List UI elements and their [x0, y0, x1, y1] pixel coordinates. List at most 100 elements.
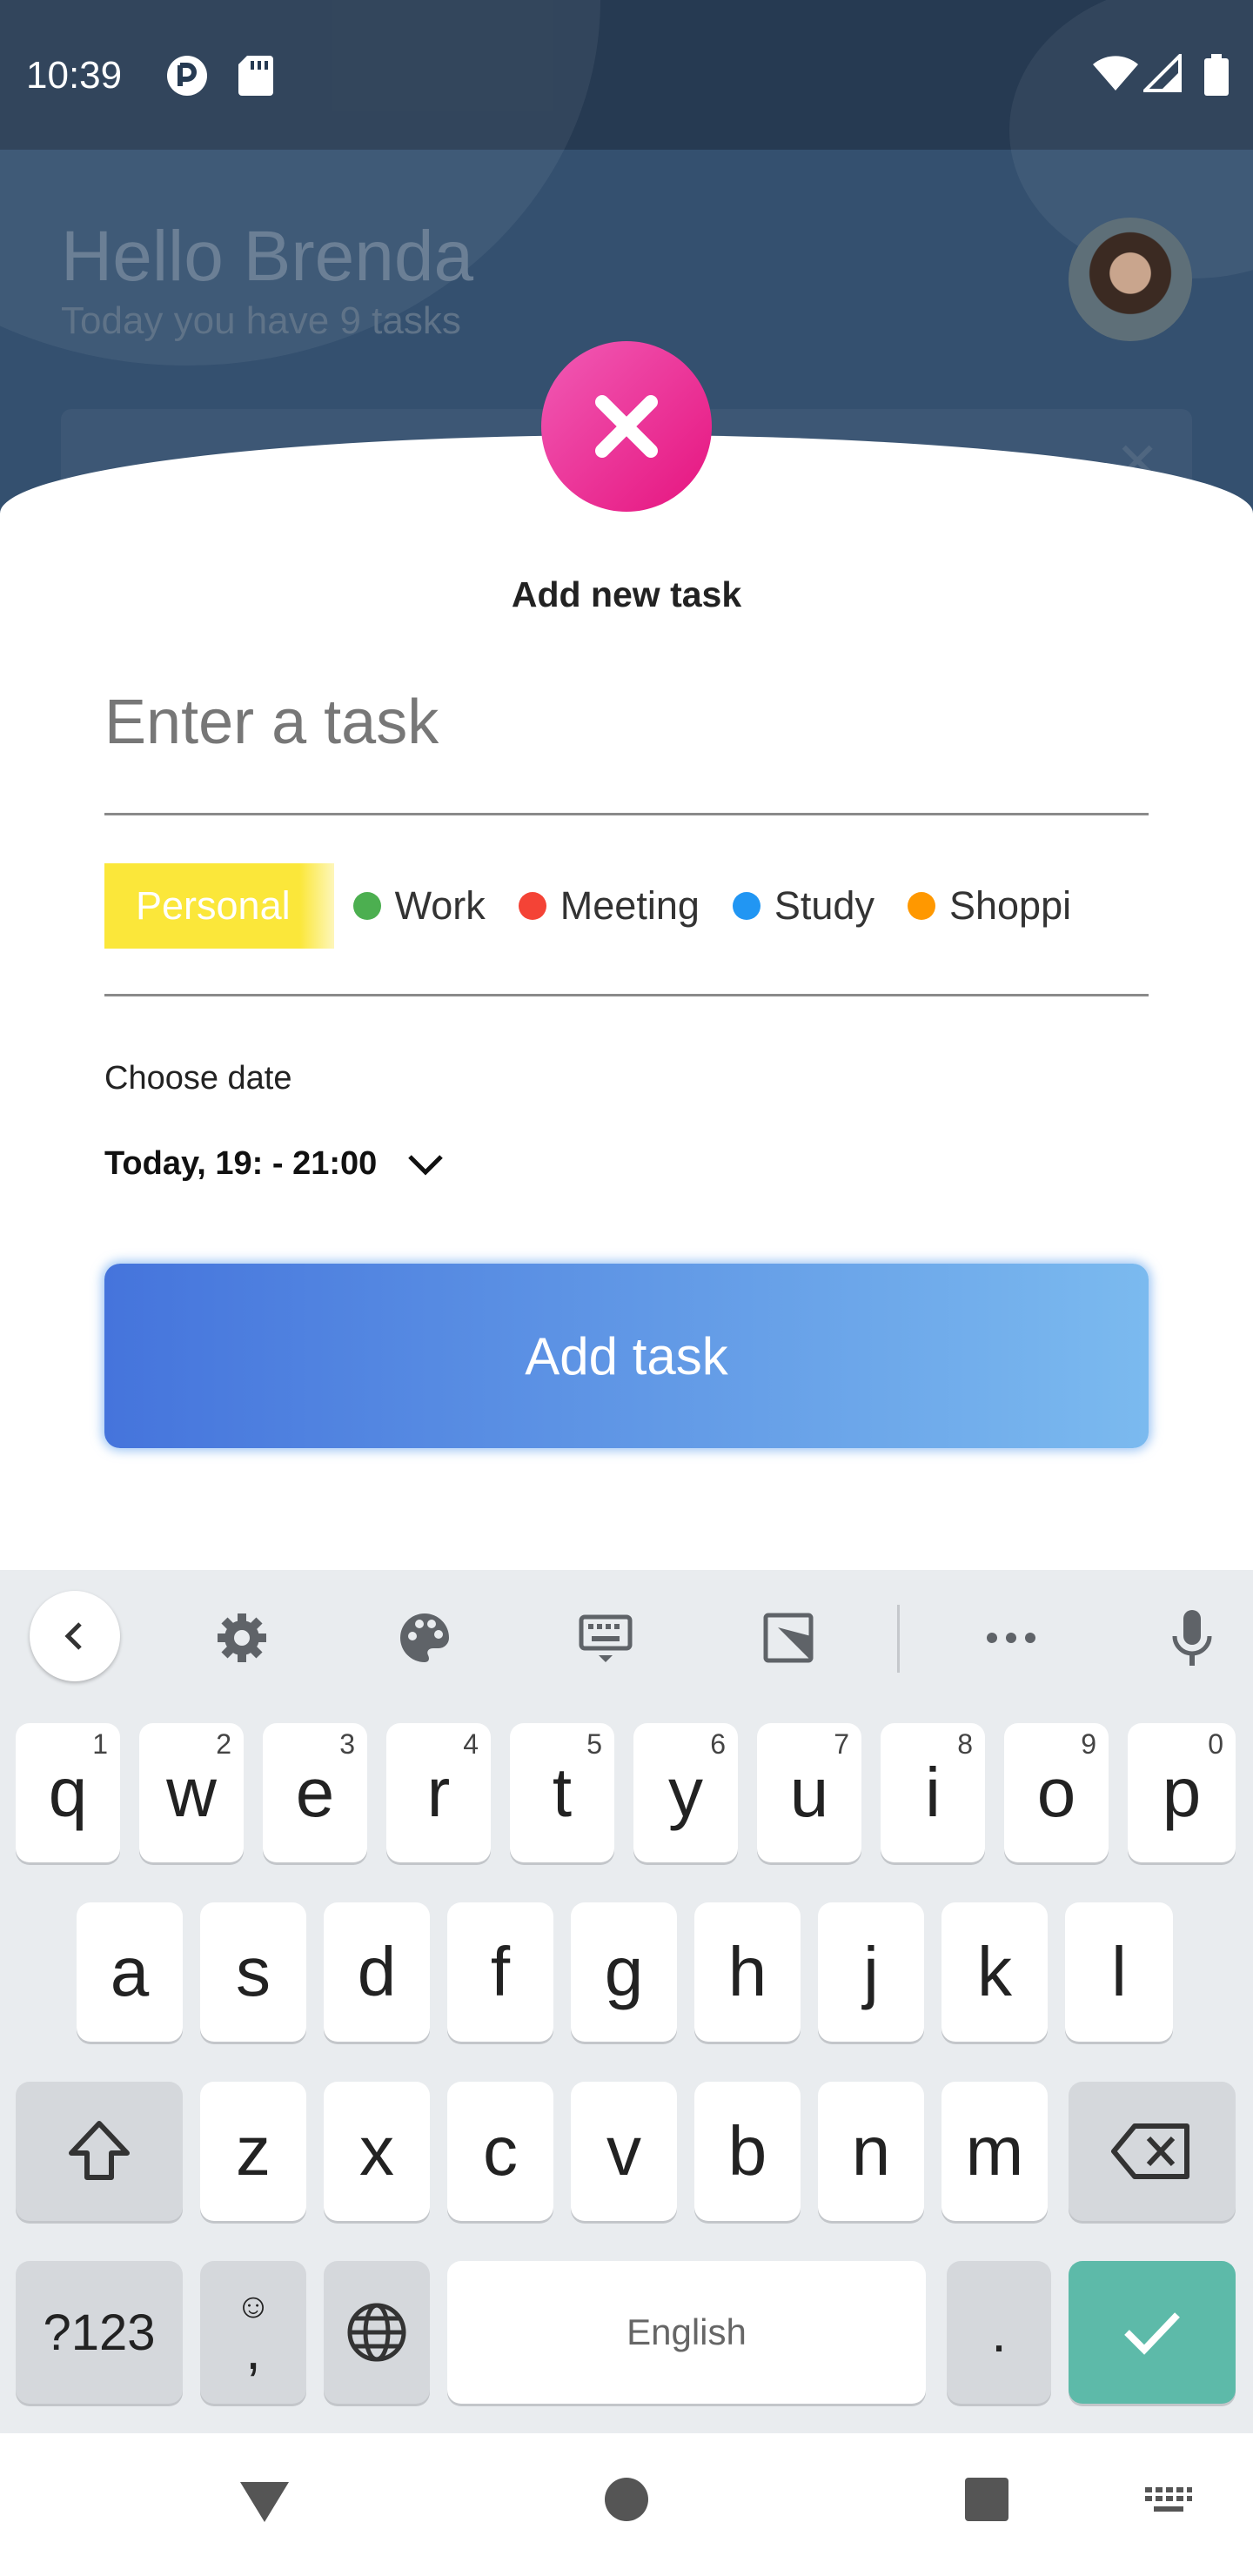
- date-dropdown[interactable]: Today, 19: - 21:00: [104, 1145, 445, 1183]
- task-count-subtitle: Today you have 9 tasks: [61, 299, 461, 342]
- battery-icon: [1204, 54, 1229, 100]
- category-color-dot: [732, 892, 761, 920]
- category-color-dot: [907, 892, 935, 920]
- category-color-dot: [518, 892, 546, 920]
- key-b[interactable]: b: [694, 2082, 801, 2221]
- key-hint: 8: [957, 1728, 973, 1760]
- shift-icon: [69, 2121, 130, 2180]
- globe-icon: [347, 2303, 406, 2362]
- one-handed-button[interactable]: [757, 1607, 820, 1669]
- toolbar-divider: [897, 1605, 900, 1673]
- recents-nav-button[interactable]: [964, 2477, 1009, 2526]
- add-task-button[interactable]: Add task: [104, 1264, 1149, 1448]
- gear-icon: [218, 1613, 266, 1662]
- comma-label: ,: [245, 2318, 261, 2381]
- close-icon: [595, 395, 658, 458]
- task-input[interactable]: [104, 679, 1149, 766]
- key-label: e: [295, 1754, 335, 1831]
- key-label: p: [1162, 1754, 1202, 1831]
- home-nav-button[interactable]: [604, 2477, 649, 2526]
- emoji-comma-key[interactable]: ☺ ,: [200, 2261, 306, 2404]
- key-r[interactable]: r4: [386, 1723, 491, 1862]
- sd-card-icon: [238, 54, 273, 100]
- category-study[interactable]: Study: [732, 883, 874, 929]
- key-label: r: [426, 1754, 451, 1831]
- key-a[interactable]: a: [77, 1902, 183, 2042]
- app-notification-icon: [165, 54, 209, 102]
- shift-key[interactable]: [16, 2082, 183, 2221]
- category-work[interactable]: Work: [352, 883, 486, 929]
- backspace-icon: [1111, 2123, 1189, 2179]
- category-personal[interactable]: Personal: [104, 863, 334, 949]
- key-t[interactable]: t5: [510, 1723, 614, 1862]
- key-q[interactable]: q1: [16, 1723, 120, 1862]
- key-g[interactable]: g: [571, 1902, 677, 2042]
- key-f[interactable]: f: [447, 1902, 553, 2042]
- key-e[interactable]: e3: [263, 1723, 367, 1862]
- key-n[interactable]: n: [818, 2082, 924, 2221]
- navigation-bar: [0, 2433, 1253, 2576]
- collapse-toolbar-button[interactable]: [30, 1591, 120, 1681]
- avatar: [1069, 218, 1192, 341]
- key-j[interactable]: j: [818, 1902, 924, 2042]
- key-d[interactable]: d: [324, 1902, 430, 2042]
- theme-button[interactable]: [393, 1607, 456, 1669]
- enter-key[interactable]: [1069, 2261, 1236, 2404]
- key-label: w: [166, 1754, 217, 1831]
- category-label: Meeting: [559, 883, 700, 928]
- key-s[interactable]: s: [200, 1902, 306, 2042]
- key-l[interactable]: l: [1065, 1902, 1173, 2042]
- keyboard-switch-button[interactable]: [1143, 2485, 1194, 2521]
- key-o[interactable]: o9: [1004, 1723, 1109, 1862]
- keyboard-mode-button[interactable]: [574, 1607, 637, 1669]
- symbols-key[interactable]: ?123: [16, 2261, 183, 2404]
- key-label: o: [1036, 1754, 1076, 1831]
- period-key[interactable]: .: [947, 2261, 1051, 2404]
- voice-input-button[interactable]: [1161, 1607, 1223, 1669]
- key-k[interactable]: k: [941, 1902, 1048, 2042]
- key-hint: 3: [339, 1728, 355, 1760]
- key-w[interactable]: w2: [139, 1723, 244, 1862]
- key-v[interactable]: v: [571, 2082, 677, 2221]
- key-label: q: [48, 1754, 88, 1831]
- keyboard-icon: [579, 1614, 633, 1662]
- keyboard-icon: [1145, 2487, 1192, 2512]
- key-x[interactable]: x: [324, 2082, 430, 2221]
- back-nav-button[interactable]: [237, 2477, 292, 2530]
- resize-icon: [763, 1613, 814, 1663]
- key-hint: 6: [710, 1728, 726, 1760]
- category-color-dot: [352, 892, 381, 920]
- key-hint: 7: [834, 1728, 849, 1760]
- home-circle-icon: [605, 2478, 648, 2521]
- category-underline: [104, 994, 1149, 996]
- key-z[interactable]: z: [200, 2082, 306, 2221]
- task-input-underline: [104, 813, 1149, 815]
- backspace-key[interactable]: [1069, 2082, 1236, 2221]
- key-hint: 9: [1081, 1728, 1096, 1760]
- space-key[interactable]: English: [447, 2261, 926, 2404]
- category-shopping[interactable]: Shoppi: [907, 883, 1071, 929]
- category-selector[interactable]: Personal Work Meeting Study Shoppi: [104, 863, 1149, 949]
- more-horizontal-icon: [987, 1633, 1035, 1643]
- more-options-button[interactable]: [980, 1607, 1042, 1669]
- key-hint: 2: [216, 1728, 231, 1760]
- dialog-title: Add new task: [511, 574, 742, 614]
- key-m[interactable]: m: [941, 2082, 1048, 2221]
- language-key[interactable]: [324, 2261, 430, 2404]
- key-u[interactable]: u7: [757, 1723, 861, 1862]
- key-hint: 1: [92, 1728, 108, 1760]
- category-label: Study: [774, 883, 874, 928]
- key-c[interactable]: c: [447, 2082, 553, 2221]
- wifi-icon: [1091, 54, 1140, 97]
- microphone-icon: [1172, 1610, 1212, 1666]
- settings-button[interactable]: [211, 1607, 273, 1669]
- key-h[interactable]: h: [694, 1902, 801, 2042]
- category-label: Work: [394, 883, 486, 928]
- close-dialog-button[interactable]: [541, 341, 712, 512]
- chevron-down-icon: [408, 1154, 444, 1176]
- category-meeting[interactable]: Meeting: [518, 883, 700, 929]
- key-p[interactable]: p0: [1128, 1723, 1236, 1862]
- date-value: Today, 19: - 21:00: [104, 1145, 378, 1182]
- key-y[interactable]: y6: [633, 1723, 738, 1862]
- key-i[interactable]: i8: [881, 1723, 985, 1862]
